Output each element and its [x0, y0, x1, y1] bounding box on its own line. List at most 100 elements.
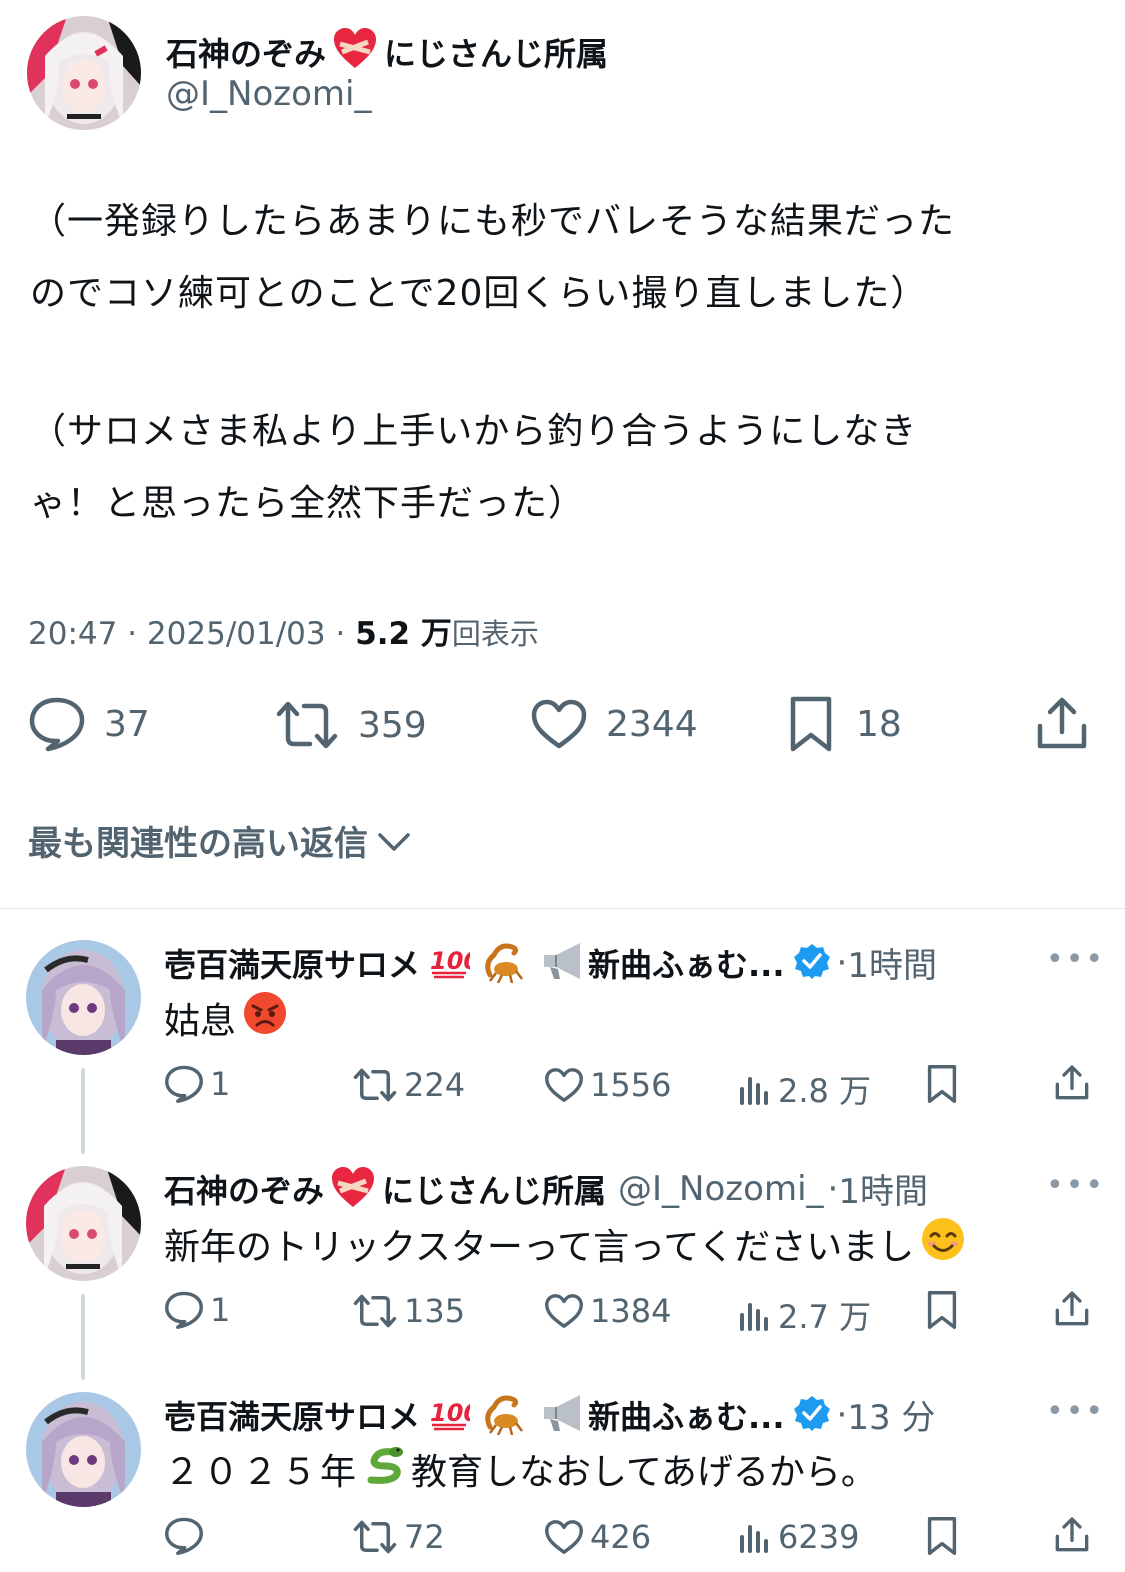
chevron-down-icon: [378, 832, 410, 851]
meta-separator: ·: [335, 616, 346, 652]
reply-display-name[interactable]: 石神のぞみ: [164, 1166, 324, 1212]
thread-line: [81, 1294, 85, 1380]
reply-header: 石神のぞみ にじさんじ所属 @I_Nozomi_ · 1時間: [164, 1164, 928, 1213]
meta-separator: ·: [827, 1168, 839, 1209]
mending-heart-icon: [332, 26, 378, 78]
hundred-points-icon: 100: [428, 1395, 480, 1435]
scorpion-icon: [480, 1391, 528, 1439]
reply-text-content: 姑息: [164, 1000, 237, 1042]
views-icon: [740, 1525, 768, 1553]
reply-text: 新年のトリックスターって言ってくださいまし: [164, 1216, 966, 1271]
mending-heart-icon: [330, 1165, 376, 1213]
like-count: 1556: [590, 1066, 672, 1104]
svg-text:100: 100: [430, 947, 470, 975]
share-icon: [1055, 1517, 1089, 1552]
author-name-suffix: にじさんじ所属: [384, 35, 609, 73]
author-handle[interactable]: @I_Nozomi_: [166, 74, 371, 114]
meta-separator: ·: [836, 1394, 848, 1435]
retweet-count: 135: [404, 1292, 466, 1330]
reply-display-name[interactable]: 壱百満天原サロメ: [164, 1392, 420, 1438]
reply-time[interactable]: 13 分: [847, 1390, 935, 1439]
share-button[interactable]: [1054, 1064, 1090, 1102]
reply-name-extra[interactable]: 新曲ふぁむ...: [588, 940, 784, 986]
more-icon[interactable]: •••: [1046, 1168, 1105, 1203]
reply-button[interactable]: [164, 1516, 210, 1556]
retweet-count: 72: [404, 1518, 445, 1556]
reply-header: 壱百満天原サロメ 100 新曲ふぁむ... · 1時間: [164, 938, 937, 987]
reply-time[interactable]: 1時間: [847, 938, 937, 987]
share-button[interactable]: [1054, 1516, 1090, 1554]
tweet-meta: 20:47 · 2025/01/03 · 5.2 万回表示: [28, 608, 539, 653]
reply-name-extra[interactable]: 新曲ふぁむ...: [588, 1392, 784, 1438]
views-count: 6239: [778, 1518, 860, 1556]
reply-avatar[interactable]: [26, 1392, 141, 1507]
reply-display-name[interactable]: 壱百満天原サロメ: [164, 940, 420, 986]
views-button[interactable]: 2.7 万: [736, 1292, 871, 1338]
reply-text: ２０２５年 教育しなおしてあげるから。: [164, 1442, 877, 1495]
reply-text-content: 新年のトリックスターって言ってくださいまし: [164, 1226, 915, 1268]
bookmark-count: 18: [856, 703, 902, 745]
author-name-text: 石神のぞみ: [166, 35, 327, 73]
share-button[interactable]: [1054, 1290, 1090, 1328]
reply-header: 壱百満天原サロメ 100 新曲ふぁむ... · 13 分: [164, 1390, 935, 1439]
reply-avatar[interactable]: [26, 940, 141, 1055]
views-icon: [740, 1303, 768, 1331]
like-button[interactable]: 1556: [544, 1066, 671, 1104]
like-button[interactable]: 426: [544, 1518, 651, 1556]
more-icon[interactable]: •••: [1046, 1394, 1105, 1429]
hundred-points-icon: 100: [428, 943, 480, 983]
reply-handle[interactable]: @I_Nozomi_: [618, 1169, 823, 1209]
reply-text-part: ２０２５年: [164, 1451, 360, 1493]
views-button[interactable]: 6239: [736, 1518, 859, 1556]
like-button[interactable]: 1384: [544, 1292, 671, 1330]
reply-count: 37: [104, 703, 150, 745]
retweet-count: 359: [358, 704, 427, 746]
like-button[interactable]: 2344: [530, 698, 698, 750]
reply-name-suffix[interactable]: にじさんじ所属: [382, 1166, 606, 1212]
retweet-button[interactable]: 135: [352, 1292, 465, 1330]
bookmark-button[interactable]: [926, 1516, 958, 1556]
reply-text: 姑息: [164, 990, 288, 1045]
bookmark-icon: [790, 696, 832, 752]
tweet-views-label: 回表示: [451, 617, 539, 651]
views-icon: [740, 1077, 768, 1105]
reply-icon: [165, 1291, 203, 1329]
more-icon[interactable]: •••: [1046, 942, 1105, 977]
bookmark-button[interactable]: 18: [788, 695, 902, 753]
views-count: 2.7 万: [778, 1298, 872, 1336]
angry-face-icon: [242, 990, 288, 1045]
tweet-views-value: 5.2 万: [355, 616, 452, 652]
reply-icon: [165, 1065, 203, 1103]
like-icon: [545, 1520, 583, 1554]
megaphone-icon: [538, 1391, 588, 1439]
bookmark-icon: [927, 1065, 957, 1103]
views-count: 2.8 万: [778, 1072, 872, 1110]
tweet-text-line: のでコソ練可とのことで20回くらい撮り直しました）: [30, 273, 928, 314]
reply-button[interactable]: 1: [164, 1290, 230, 1330]
tweet-time[interactable]: 20:47: [28, 616, 117, 652]
share-button[interactable]: [1035, 696, 1089, 752]
reply-button[interactable]: 37: [28, 696, 150, 752]
like-icon: [531, 699, 587, 749]
relevant-replies-selector[interactable]: 最も関連性の高い返信: [28, 816, 414, 865]
reply-icon: [165, 1517, 203, 1555]
tweet-text-line: （サロメさま私より上手いから釣り合うようにしなき: [30, 411, 918, 452]
verified-icon: [793, 942, 831, 984]
retweet-button[interactable]: 359: [274, 700, 427, 750]
tweet-text-line: ゃ！と思ったら全然下手だった）: [30, 483, 586, 524]
views-button[interactable]: 2.8 万: [736, 1066, 871, 1112]
reply-button[interactable]: 1: [164, 1064, 230, 1104]
tweet-text-line: （一発録りしたらあまりにも秒でバレそうな結果だった: [30, 201, 956, 242]
scorpion-icon: [480, 939, 528, 987]
author-display-name[interactable]: 石神のぞみ にじさんじ所属: [166, 26, 608, 78]
reply-time[interactable]: 1時間: [838, 1164, 928, 1213]
bookmark-button[interactable]: [926, 1064, 958, 1104]
svg-text:100: 100: [430, 1399, 470, 1427]
retweet-button[interactable]: 72: [352, 1518, 445, 1556]
author-avatar[interactable]: [27, 16, 141, 130]
reply-avatar[interactable]: [26, 1166, 141, 1281]
retweet-button[interactable]: 224: [352, 1066, 465, 1104]
meta-separator: ·: [127, 616, 138, 652]
bookmark-button[interactable]: [926, 1290, 958, 1330]
tweet-date[interactable]: 2025/01/03: [147, 616, 326, 652]
